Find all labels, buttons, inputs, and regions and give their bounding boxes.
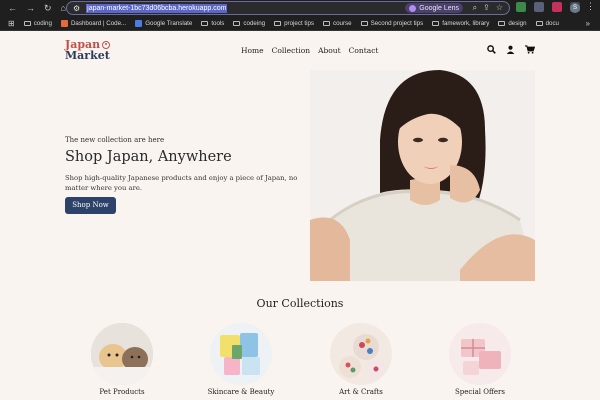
hero-title: Shop Japan, Anywhere xyxy=(65,149,232,165)
nav-collection[interactable]: Collection xyxy=(272,46,310,55)
favicon-icon xyxy=(60,20,68,27)
bookmark-item[interactable]: codeing xyxy=(233,20,265,27)
profile-avatar[interactable]: S xyxy=(570,3,580,13)
bookmark-item[interactable]: tools xyxy=(201,20,224,27)
nav-home[interactable]: Home xyxy=(241,46,264,55)
folder-icon xyxy=(233,21,241,26)
bookmark-label: design xyxy=(508,20,527,27)
collection-label: Art & Crafts xyxy=(339,388,383,396)
forward-icon[interactable]: → xyxy=(26,4,35,13)
bookmark-item[interactable]: coding xyxy=(23,20,52,27)
address-bar[interactable]: ⚙ japan-market-1bc73d06bcba.herokuapp.co… xyxy=(66,1,510,15)
skincare-image xyxy=(210,323,272,385)
shop-now-button[interactable]: Shop Now xyxy=(65,197,116,214)
cart-icon[interactable] xyxy=(525,45,535,54)
extension-icon[interactable] xyxy=(552,2,562,12)
bookmark-label: famework, library xyxy=(442,20,490,27)
hero-image xyxy=(310,70,535,281)
omnibox-tools: ⌕ ⇪ ☆ xyxy=(473,3,503,13)
back-icon[interactable]: ← xyxy=(8,4,17,13)
user-icon[interactable] xyxy=(506,45,515,54)
url-text[interactable]: japan-market-1bc73d06bcba.herokuapp.com xyxy=(86,3,228,13)
web-page: Japan Market Home Collection About Conta… xyxy=(0,31,600,400)
pet-products-image xyxy=(91,323,153,385)
hero-subtitle: The new collection are here xyxy=(65,136,165,144)
folder-icon xyxy=(274,21,282,26)
site-info-icon[interactable]: ⚙ xyxy=(73,4,80,13)
collection-label: Skincare & Beauty xyxy=(207,388,275,396)
main-nav: Home Collection About Contact xyxy=(241,46,378,55)
folder-icon xyxy=(323,21,331,26)
bookmark-label: Dashboard | Code... xyxy=(70,20,127,27)
bookmark-item[interactable]: Dashboard | Code... xyxy=(60,20,127,27)
bookmark-label: Google Translate xyxy=(145,20,193,27)
arts-crafts-image xyxy=(330,323,392,385)
collection-label: Special Offers xyxy=(454,388,505,396)
bookmark-item[interactable]: project tips xyxy=(274,20,314,27)
folder-icon xyxy=(201,21,209,26)
collection-label: Pet Products xyxy=(99,388,145,396)
collections-title: Our Collections xyxy=(256,297,344,310)
bookmark-label: course xyxy=(333,20,352,27)
bookmark-label: tools xyxy=(211,20,225,27)
bookmark-item[interactable]: course xyxy=(323,20,352,27)
reload-icon[interactable]: ↻ xyxy=(44,4,52,13)
search-icon[interactable] xyxy=(487,45,496,54)
bookmark-item[interactable]: docu xyxy=(535,20,559,27)
bookmarks-bar: ⊞ coding Dashboard | Code... Google Tran… xyxy=(0,17,600,31)
hero-description: Shop high-quality Japanese products and … xyxy=(65,174,298,192)
lens-label: Google Lens xyxy=(419,4,459,12)
bookmark-item[interactable]: design xyxy=(498,20,527,27)
collection-card-skincare[interactable]: Skincare & Beauty xyxy=(201,323,281,396)
folder-icon xyxy=(432,21,440,26)
header-icons xyxy=(487,45,535,54)
collection-card-offers[interactable]: Special Offers xyxy=(440,323,520,396)
menu-icon[interactable]: ⋮ xyxy=(586,1,595,12)
logo-line2: Market xyxy=(65,49,110,62)
nav-about[interactable]: About xyxy=(318,46,341,55)
flower-icon xyxy=(102,40,111,49)
nav-buttons: ← → ↻ ⌂ xyxy=(0,4,68,13)
extension-icon[interactable] xyxy=(534,2,544,12)
extension-icon[interactable] xyxy=(516,2,526,12)
folder-icon xyxy=(23,21,31,26)
google-lens-button[interactable]: Google Lens xyxy=(405,3,463,13)
special-offers-image xyxy=(449,323,511,385)
folder-icon xyxy=(360,21,368,26)
apps-icon[interactable]: ⊞ xyxy=(8,19,15,28)
bookmark-label: docu xyxy=(545,20,559,27)
bookmark-item[interactable]: Google Translate xyxy=(135,20,192,27)
bookmark-item[interactable]: Second project tips xyxy=(360,20,424,27)
browser-toolbar: ← → ↻ ⌂ ⚙ japan-market-1bc73d06bcba.hero… xyxy=(0,0,600,17)
bookmark-label: project tips xyxy=(284,20,315,27)
folder-icon xyxy=(535,21,543,26)
collection-card-arts[interactable]: Art & Crafts xyxy=(321,323,401,396)
folder-icon xyxy=(498,21,506,26)
collection-card-pets[interactable]: Pet Products xyxy=(82,323,162,396)
nav-contact[interactable]: Contact xyxy=(349,46,379,55)
favicon-icon xyxy=(135,20,143,27)
bookmark-label: Second project tips xyxy=(370,20,424,27)
bookmark-star-icon[interactable]: ☆ xyxy=(496,3,503,13)
zoom-icon[interactable]: ⌕ xyxy=(473,3,477,13)
bookmark-label: codeing xyxy=(243,20,266,27)
lens-icon xyxy=(409,4,417,12)
more-bookmarks-icon[interactable]: » xyxy=(586,19,590,28)
bookmark-label: coding xyxy=(33,20,52,27)
bookmark-item[interactable]: famework, library xyxy=(432,20,489,27)
share-icon[interactable]: ⇪ xyxy=(483,3,490,13)
site-logo[interactable]: Japan Market xyxy=(65,39,111,62)
